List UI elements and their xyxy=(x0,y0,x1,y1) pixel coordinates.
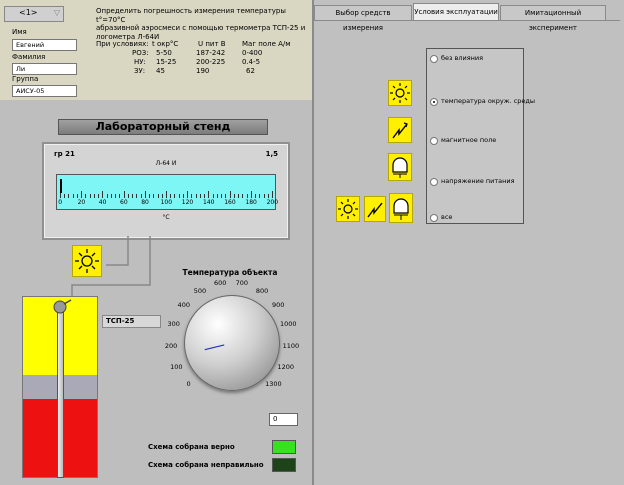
tab-simulation[interactable]: Имитационный эксперимент xyxy=(500,5,606,32)
tab-operating-conditions[interactable]: Условия эксплуатации xyxy=(413,3,499,21)
sun-icon[interactable] xyxy=(388,80,412,106)
radio-button[interactable] xyxy=(430,214,438,222)
dial-label: 100 xyxy=(170,362,183,371)
radio-label: напряжение питания xyxy=(441,177,515,185)
dial-scale: 0 100 200 300 400 500 600 700 800 900 1000 1100 1200… xyxy=(0,0,312,485)
status-ok-led xyxy=(272,440,296,454)
dial-label: 1100 xyxy=(282,341,300,350)
dial-label: 1200 xyxy=(277,362,294,371)
dial-label: 200 xyxy=(164,341,178,350)
dial-label: 300 xyxy=(167,320,180,329)
all-conditions-sun-icon[interactable] xyxy=(336,196,360,222)
dial-label: 500 xyxy=(193,286,207,295)
radio-button[interactable] xyxy=(430,178,438,186)
dial-label: 1000 xyxy=(280,320,297,329)
dial-label: 700 xyxy=(235,278,249,287)
radio-label: магнитное поле xyxy=(441,136,497,144)
status-bad-led xyxy=(272,458,296,472)
radio-button[interactable] xyxy=(430,55,438,63)
radio-button[interactable] xyxy=(430,98,438,106)
status-ok-label: Схема собрана верно xyxy=(148,443,235,451)
status-bad-label: Схема собрана неправильно xyxy=(148,461,264,469)
power-supply-icon[interactable] xyxy=(388,153,412,181)
dial-label: 600 xyxy=(213,278,227,287)
temperature-knob[interactable] xyxy=(184,295,280,391)
radio-button[interactable] xyxy=(430,137,438,145)
radio-label: без влияния xyxy=(441,54,484,62)
all-conditions-power-icon[interactable] xyxy=(389,193,413,223)
tab-underline xyxy=(314,20,620,21)
numeric-readout[interactable]: 0 xyxy=(269,413,298,426)
all-conditions-magnetic-icon[interactable] xyxy=(364,196,386,222)
radio-label: температура окруж. среды xyxy=(441,97,536,105)
knob-indicator xyxy=(204,344,225,351)
dial-label: 800 xyxy=(255,286,269,295)
conditions-radio-group: без влияния температура окруж. среды маг… xyxy=(426,48,535,224)
radio-label: все xyxy=(441,213,453,221)
tab-measurement-tools[interactable]: Выбор средств измерения xyxy=(314,5,412,32)
magnetic-field-icon[interactable] xyxy=(388,117,412,143)
knob-pointer xyxy=(204,344,225,351)
